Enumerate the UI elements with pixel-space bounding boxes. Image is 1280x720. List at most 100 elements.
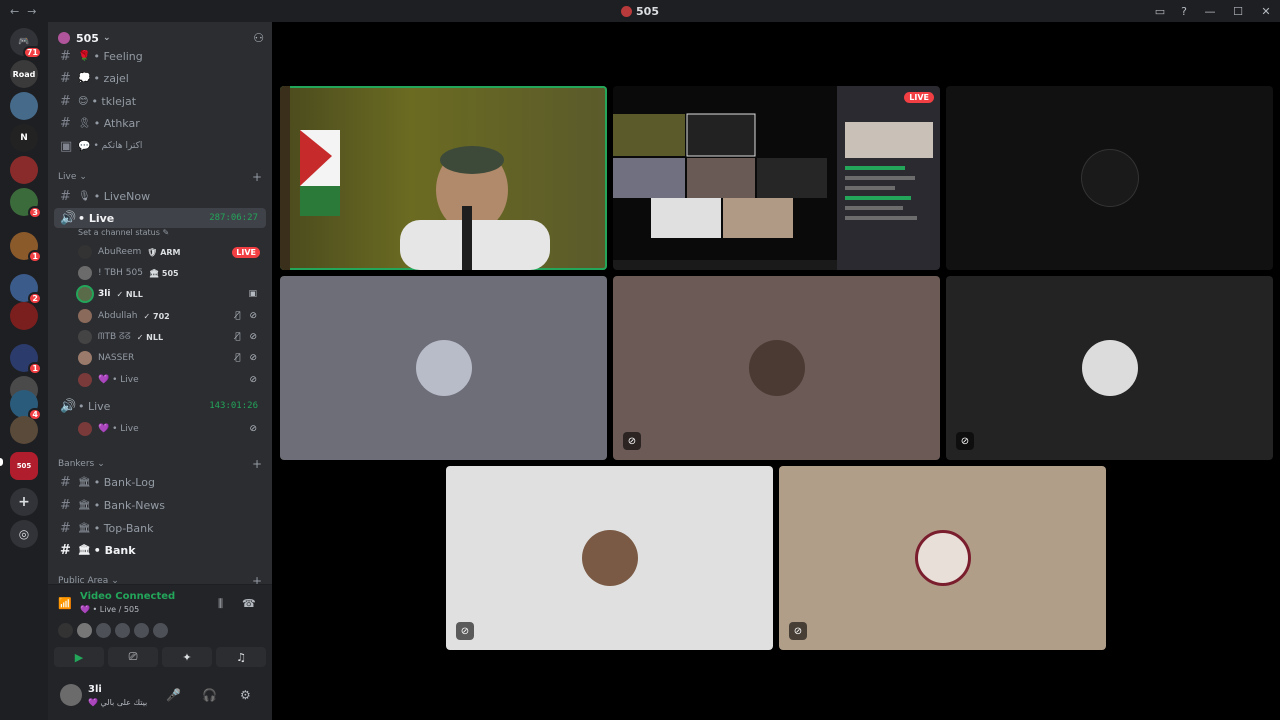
channel-timer: 287:06:27 — [209, 213, 258, 223]
tile-screenshare[interactable]: LIVE — [613, 86, 940, 270]
minimize-button[interactable]: — — [1196, 0, 1224, 22]
create-channel-icon[interactable]: + — [252, 170, 262, 184]
channel-label: • Feeling — [93, 49, 143, 63]
server-icon[interactable]: 1 — [10, 344, 42, 375]
maximize-button[interactable]: ☐ — [1224, 0, 1252, 22]
voice-channel-link[interactable]: 💜 • Live / 505 — [80, 605, 139, 614]
video-icon: ▣ — [248, 289, 260, 299]
help-icon[interactable]: ? — [1172, 0, 1196, 22]
voice-user[interactable]: Abdullah ✓ 702 🎙̸ ⊘ — [78, 306, 266, 326]
mini-tile — [687, 158, 755, 198]
username: NASSER — [98, 353, 135, 363]
tile-participant[interactable] — [946, 86, 1273, 270]
close-button[interactable]: ✕ — [1252, 0, 1280, 22]
channel-label: • اكترا هاتكم — [93, 141, 143, 151]
voice-connection-panel: 📶 Video Connected 💜 • Live / 505 ⫼ ☎ ▶ ⎚… — [48, 584, 272, 674]
server-icon[interactable]: 2 — [10, 274, 42, 305]
voice-user[interactable]: ! TBH 505 🏛 505 — [78, 263, 266, 283]
avatar — [134, 623, 149, 638]
disconnect-icon[interactable]: ☎ — [242, 597, 256, 610]
screen-share-button[interactable]: ⎚ — [108, 647, 158, 667]
headphones-icon[interactable]: 🎧 — [202, 688, 217, 702]
server-icon[interactable]: 3 — [10, 188, 42, 219]
username: ! TBH 505 — [98, 268, 143, 278]
voice-user[interactable]: ᗰTB ᘔᘔ ✓ NLL 🎙̸ ⊘ — [78, 327, 266, 347]
server-name: 505 — [76, 31, 99, 45]
direct-messages-button[interactable]: 🎮 71 — [10, 28, 42, 59]
channel-forum[interactable]: ▣ 💬 • اكترا هاتكم — [54, 136, 266, 156]
server-icon[interactable] — [10, 92, 38, 120]
mini-tile — [613, 114, 685, 156]
server-icon[interactable]: 4 — [10, 390, 42, 421]
server-icon[interactable] — [10, 156, 38, 184]
activities-button[interactable]: ✦ — [162, 647, 212, 667]
microphone-icon[interactable]: 🎤 — [166, 688, 181, 702]
tile-camera[interactable] — [280, 86, 607, 270]
server-icon-road[interactable]: Road — [10, 60, 38, 88]
server-icon[interactable] — [10, 302, 38, 330]
channel-livenow[interactable]: # 🎙 • LiveNow — [54, 186, 266, 206]
voice-user[interactable]: 💜 • Live ⊘ — [78, 419, 266, 439]
chevron-down-icon: ⌄ — [79, 172, 87, 182]
add-server-icon[interactable]: + — [10, 488, 38, 516]
chat-preview — [845, 122, 933, 158]
channel-zajel[interactable]: # 💭 • zajel — [54, 68, 266, 88]
avatar — [914, 530, 971, 586]
voice-channel-live-2[interactable]: 🔊 • Live 143:01:26 — [54, 396, 266, 416]
tile-participant[interactable]: ⊘ — [946, 276, 1273, 460]
channel-feeling[interactable]: # 🌹 • Feeling — [54, 46, 266, 66]
category-live[interactable]: Live ⌄ — [58, 172, 87, 182]
soundboard-button[interactable]: ♫ — [216, 647, 266, 667]
voice-user[interactable]: AbuReem 🛡 ARM LIVE — [78, 242, 266, 262]
server-icon[interactable] — [10, 416, 38, 444]
back-arrow-icon[interactable]: ← — [10, 5, 19, 18]
chat-line — [845, 196, 911, 200]
camera-off-icon: ⊘ — [623, 432, 641, 450]
channel-label: • LiveNow — [93, 189, 151, 203]
person-add-icon[interactable]: ⚇ — [253, 31, 264, 45]
settings-gear-icon[interactable]: ⚙ — [240, 688, 251, 702]
video-stage: LIVE ⊘ ⊘ ⊘ ⊘ — [272, 22, 1280, 720]
tile-participant[interactable]: ⊘ — [613, 276, 940, 460]
inbox-icon[interactable]: ▭ — [1148, 0, 1172, 22]
channel-bank-log[interactable]: # 🏛 • Bank-Log — [54, 472, 266, 492]
voice-channel-live[interactable]: 🔊 • Live 287:06:27 — [54, 208, 266, 228]
category-bankers[interactable]: Bankers ⌄ — [58, 459, 105, 469]
forward-arrow-icon[interactable]: → — [27, 5, 36, 18]
signal-icon[interactable]: 📶 — [58, 597, 72, 610]
channel-top-bank[interactable]: # 🏛 • Top-Bank — [54, 518, 266, 538]
tile-participant[interactable] — [280, 276, 607, 460]
camera-button[interactable]: ▶ — [54, 647, 104, 667]
channel-tklejat[interactable]: # 😊 • tklejat — [54, 91, 266, 111]
wall-edge — [280, 86, 290, 270]
unread-badge: 1 — [28, 250, 42, 263]
tile-participant[interactable]: ⊘ — [446, 466, 773, 650]
server-icon — [621, 5, 633, 17]
camera-off-icon: ⊘ — [456, 622, 474, 640]
mini-tile — [686, 113, 756, 157]
create-channel-icon[interactable]: + — [252, 457, 262, 471]
server-icon[interactable]: 1 — [10, 232, 42, 263]
hash-icon: # — [60, 542, 71, 558]
voice-user[interactable]: NASSER 🎙̸ ⊘ — [78, 348, 266, 368]
set-channel-status-link[interactable]: Set a channel status ✎ — [78, 228, 169, 237]
username: 3li — [88, 684, 102, 695]
server-icon-n[interactable]: N — [10, 124, 38, 152]
voice-user[interactable]: 💜 • Live ⊘ — [78, 370, 266, 390]
avatar — [748, 340, 805, 396]
channel-label: • Live — [78, 211, 115, 225]
noise-suppression-icon[interactable]: ⫼ — [218, 597, 223, 611]
unread-badge: 1 — [28, 362, 42, 375]
speaker-icon: 🔊 — [60, 210, 77, 226]
avatar[interactable] — [60, 684, 82, 706]
username: AbuReem — [98, 247, 142, 257]
voice-user[interactable]: 3li ✓ NLL ▣ — [78, 284, 266, 304]
channel-bank[interactable]: # 🏛 • Bank — [54, 540, 266, 560]
tile-participant[interactable]: ⊘ — [779, 466, 1106, 650]
server-icon-505[interactable]: 505 — [10, 452, 38, 480]
discover-icon[interactable]: ◎ — [10, 520, 38, 548]
channel-athkar[interactable]: # 🎗 • Athkar — [54, 113, 266, 133]
channel-bank-news[interactable]: # 🏛 • Bank-News — [54, 495, 266, 515]
user-tag: ✓ NLL — [136, 332, 164, 342]
flag-stripe — [300, 186, 340, 216]
